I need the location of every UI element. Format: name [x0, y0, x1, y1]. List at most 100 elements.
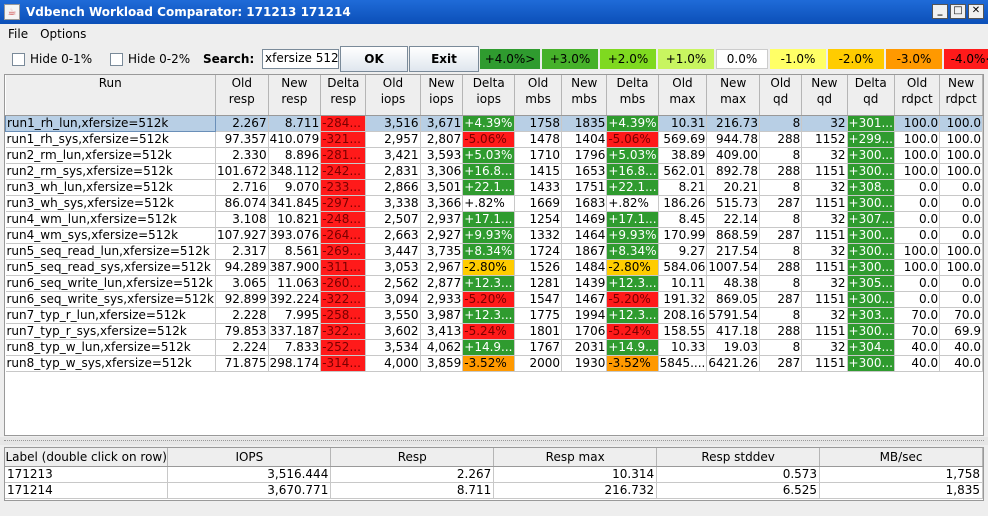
- summary-column-header[interactable]: Label (double click on row): [5, 448, 169, 467]
- table-cell[interactable]: 186.26: [658, 195, 708, 212]
- table-cell[interactable]: 8.561: [268, 243, 322, 260]
- delta-cell[interactable]: +22.1...: [462, 179, 516, 196]
- table-cell[interactable]: 48.38: [706, 275, 760, 292]
- table-row[interactable]: run5_seq_read_sys,xfersize=512k 94.289 387…: [5, 259, 983, 276]
- table-cell[interactable]: 8: [759, 307, 803, 324]
- hide-0-1-checkbox[interactable]: Hide 0-1%: [12, 52, 92, 66]
- table-cell[interactable]: 3,593: [420, 147, 464, 164]
- table-cell[interactable]: 32: [801, 179, 848, 196]
- table-cell[interactable]: 2,831: [365, 163, 421, 180]
- table-cell[interactable]: 100.0: [894, 163, 941, 180]
- table-cell[interactable]: 32: [801, 307, 848, 324]
- table-cell[interactable]: 410.079: [268, 131, 322, 148]
- delta-cell[interactable]: -258...: [320, 307, 367, 324]
- delta-cell[interactable]: -2.80%: [606, 259, 659, 276]
- table-cell[interactable]: 1653: [561, 163, 608, 180]
- delta-cell[interactable]: +17.1...: [606, 211, 659, 228]
- table-row[interactable]: run5_seq_read_lun,xfersize=512k 2.317 8.56…: [5, 243, 983, 260]
- delta-cell[interactable]: -260...: [320, 275, 367, 292]
- delta-cell[interactable]: +4.39%: [606, 115, 659, 132]
- table-cell[interactable]: 1835: [561, 115, 608, 132]
- summary-column-header[interactable]: Resp stddev: [656, 448, 821, 467]
- summary-column-header[interactable]: Resp: [330, 448, 495, 467]
- delta-cell[interactable]: +17.1...: [462, 211, 516, 228]
- table-cell[interactable]: 515.73: [706, 195, 760, 212]
- table-cell[interactable]: 288: [759, 131, 803, 148]
- table-cell[interactable]: 158.55: [658, 323, 708, 340]
- delta-cell[interactable]: +9.93%: [606, 227, 659, 244]
- column-header[interactable]: Delta resp: [320, 75, 367, 116]
- table-cell[interactable]: 584.06: [658, 259, 708, 276]
- run-name-cell[interactable]: run4_wm_sys,xfersize=512k: [5, 227, 216, 244]
- table-cell[interactable]: 9.27: [658, 243, 708, 260]
- table-cell[interactable]: 2,927: [420, 227, 464, 244]
- table-cell[interactable]: 100.0: [939, 131, 983, 148]
- table-cell[interactable]: 393.076: [268, 227, 322, 244]
- table-row[interactable]: run6_seq_write_sys,xfersize=512k 92.899 39…: [5, 291, 983, 308]
- table-cell[interactable]: 8.896: [268, 147, 322, 164]
- table-row[interactable]: run6_seq_write_lun,xfersize=512k 3.065 11.…: [5, 275, 983, 292]
- column-header[interactable]: Run: [5, 75, 216, 116]
- delta-cell[interactable]: +12.3...: [462, 275, 516, 292]
- table-cell[interactable]: 1152: [801, 131, 848, 148]
- delta-cell[interactable]: -281...: [320, 147, 367, 164]
- table-cell[interactable]: 1710: [514, 147, 563, 164]
- table-cell[interactable]: 2,562: [365, 275, 421, 292]
- table-row[interactable]: run3_wh_lun,xfersize=512k 2.716 9.070 -233.…: [5, 179, 983, 196]
- table-cell[interactable]: 1151: [801, 227, 848, 244]
- delta-cell[interactable]: -297...: [320, 195, 367, 212]
- table-cell[interactable]: 11.063: [268, 275, 322, 292]
- table-cell[interactable]: 10.11: [658, 275, 708, 292]
- table-cell[interactable]: 1724: [514, 243, 563, 260]
- table-cell[interactable]: 562.01: [658, 163, 708, 180]
- run-name-cell[interactable]: run1_rh_lun,xfersize=512k: [5, 114, 216, 132]
- table-cell[interactable]: 32: [801, 339, 848, 356]
- column-header[interactable]: Old rdpct: [894, 75, 941, 116]
- table-cell[interactable]: 341.845: [268, 195, 322, 212]
- table-cell[interactable]: 1683: [561, 195, 608, 212]
- summary-cell[interactable]: 216.732: [493, 482, 658, 499]
- table-cell[interactable]: 1415: [514, 163, 563, 180]
- table-row[interactable]: run3_wh_sys,xfersize=512k 86.074 341.845 -2…: [5, 195, 983, 212]
- delta-cell[interactable]: -252...: [320, 339, 367, 356]
- table-cell[interactable]: 101.672: [215, 163, 269, 180]
- delta-cell[interactable]: -284...: [320, 115, 367, 132]
- summary-cell[interactable]: 3,516.444: [167, 466, 332, 483]
- table-cell[interactable]: 0.0: [939, 211, 983, 228]
- delta-cell[interactable]: -311...: [320, 259, 367, 276]
- table-cell[interactable]: 3,534: [365, 339, 421, 356]
- column-header[interactable]: Old resp: [215, 75, 269, 116]
- table-cell[interactable]: 1867: [561, 243, 608, 260]
- delta-cell[interactable]: -269...: [320, 243, 367, 260]
- delta-cell[interactable]: -5.06%: [462, 131, 516, 148]
- table-cell[interactable]: 3,550: [365, 307, 421, 324]
- table-cell[interactable]: 8: [759, 115, 803, 132]
- split-pane-divider[interactable]: [0, 437, 988, 445]
- table-cell[interactable]: 0.0: [894, 227, 941, 244]
- run-name-cell[interactable]: run3_wh_sys,xfersize=512k: [5, 195, 216, 212]
- table-cell[interactable]: 100.0: [939, 243, 983, 260]
- table-cell[interactable]: 392.224: [268, 291, 322, 308]
- table-cell[interactable]: 4,000: [365, 355, 421, 372]
- table-cell[interactable]: 287: [759, 227, 803, 244]
- table-cell[interactable]: 10.821: [268, 211, 322, 228]
- table-cell[interactable]: 1467: [561, 291, 608, 308]
- delta-cell[interactable]: +.82%: [462, 195, 516, 212]
- hide-0-2-checkbox[interactable]: Hide 0-2%: [110, 52, 190, 66]
- table-cell[interactable]: 100.0: [894, 147, 941, 164]
- table-cell[interactable]: 10.33: [658, 339, 708, 356]
- table-cell[interactable]: 892.78: [706, 163, 760, 180]
- table-cell[interactable]: 1767: [514, 339, 563, 356]
- table-cell[interactable]: 71.875: [215, 355, 269, 372]
- table-cell[interactable]: 22.14: [706, 211, 760, 228]
- table-cell[interactable]: 409.00: [706, 147, 760, 164]
- delta-cell[interactable]: +300...: [847, 227, 895, 244]
- table-cell[interactable]: 32: [801, 211, 848, 228]
- table-cell[interactable]: 1469: [561, 211, 608, 228]
- column-header[interactable]: New rdpct: [939, 75, 983, 116]
- table-cell[interactable]: 1484: [561, 259, 608, 276]
- summary-cell[interactable]: 10.314: [493, 466, 658, 483]
- delta-cell[interactable]: -242...: [320, 163, 367, 180]
- delta-cell[interactable]: +14.9...: [606, 339, 659, 356]
- table-cell[interactable]: 170.99: [658, 227, 708, 244]
